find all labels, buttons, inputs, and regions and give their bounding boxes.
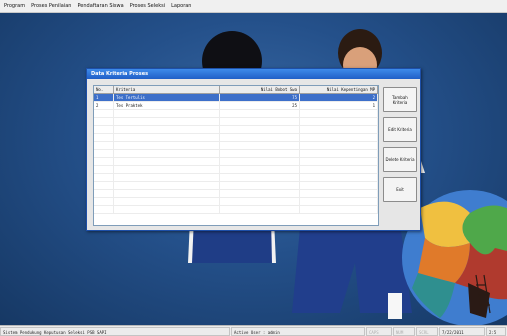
cell-bobot: 75 xyxy=(220,94,300,101)
status-active-user: Active User : admin xyxy=(231,326,365,336)
table-row-empty xyxy=(94,166,378,174)
menu-proses-penilaian[interactable]: Proses Penilaian xyxy=(31,3,71,9)
table-row-empty xyxy=(94,118,378,126)
menu-proses-seleksi[interactable]: Proses Seleksi xyxy=(130,3,165,9)
kriteria-table[interactable]: No. Kriteria Nilai Bobot Swa Nilai Kepen… xyxy=(93,85,379,226)
table-row[interactable]: 2 Tes Praktek 25 1 xyxy=(94,102,378,110)
kriteria-dialog: Data Kriteria Proses No. Kriteria Nilai … xyxy=(86,68,421,231)
table-row-empty xyxy=(94,150,378,158)
cell-kriteria: Tes Praktek xyxy=(114,102,220,109)
table-header: No. Kriteria Nilai Bobot Swa Nilai Kepen… xyxy=(94,86,378,94)
tambah-kriteria-button[interactable]: Tambah Kriteria xyxy=(383,87,417,112)
edit-kriteria-button[interactable]: Edit Kriteria xyxy=(383,117,417,142)
cell-kepentingan: 1 xyxy=(300,102,378,109)
table-row[interactable]: 1 Tes Tertulis 75 2 xyxy=(94,94,378,102)
menu-program[interactable]: Program xyxy=(4,3,25,9)
menu-laporan[interactable]: Laporan xyxy=(171,3,191,9)
table-row-empty xyxy=(94,174,378,182)
table-row-empty xyxy=(94,206,378,214)
table-row-empty xyxy=(94,198,378,206)
table-row-empty xyxy=(94,134,378,142)
table-row-empty xyxy=(94,110,378,118)
cell-no: 1 xyxy=(94,94,114,101)
cell-no: 2 xyxy=(94,102,114,109)
cell-kepentingan: 2 xyxy=(300,94,378,101)
table-row-empty xyxy=(94,142,378,150)
dialog-title: Data Kriteria Proses xyxy=(87,69,420,79)
table-row-empty xyxy=(94,158,378,166)
table-row-empty xyxy=(94,126,378,134)
menu-pendaftaran-siswa[interactable]: Pendaftaran Siswa xyxy=(77,3,123,9)
status-app-name: Sistem Pendukung Keputusan Seleksi PSB S… xyxy=(0,326,230,336)
status-caps: CAPS xyxy=(366,326,392,336)
table-row-empty xyxy=(94,182,378,190)
header-bobot[interactable]: Nilai Bobot Swa xyxy=(220,86,300,93)
status-scrl: SCRL xyxy=(416,326,438,336)
header-kepentingan[interactable]: Nilai Kepentingan MP xyxy=(300,86,378,93)
menu-bar: Program Proses Penilaian Pendaftaran Sis… xyxy=(0,0,507,13)
cell-kriteria: Tes Tertulis xyxy=(114,94,220,101)
exit-button[interactable]: Exit xyxy=(383,177,417,202)
status-bar: Sistem Pendukung Keputusan Seleksi PSB S… xyxy=(0,325,507,336)
status-time: 2:5 xyxy=(486,326,506,336)
status-num: NUM xyxy=(393,326,415,336)
delete-kriteria-button[interactable]: Delete Kriteria xyxy=(383,147,417,172)
table-row-empty xyxy=(94,190,378,198)
header-kriteria[interactable]: Kriteria xyxy=(114,86,220,93)
header-no[interactable]: No. xyxy=(94,86,114,93)
status-date: 7/22/2011 xyxy=(439,326,485,336)
cell-bobot: 25 xyxy=(220,102,300,109)
